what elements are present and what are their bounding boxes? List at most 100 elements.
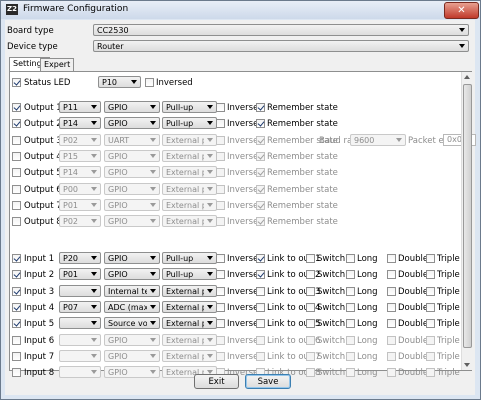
output-7-remember-checkbox[interactable]: [256, 200, 265, 210]
input-5-switch-checkbox[interactable]: [306, 319, 315, 329]
board-type-select[interactable]: CC2530: [93, 24, 469, 36]
input-4-inversed-checkbox[interactable]: [216, 302, 225, 312]
output-1-pull-select[interactable]: Pull-up: [162, 101, 217, 113]
input-1-link-checkbox[interactable]: [256, 254, 265, 263]
input-8-mode-select[interactable]: GPIO: [104, 366, 160, 379]
input-4-double-checkbox[interactable]: [387, 302, 396, 312]
input-7-inversed-checkbox[interactable]: [216, 351, 225, 361]
output-5-inversed-checkbox[interactable]: [216, 168, 225, 178]
input-4-triple-checkbox[interactable]: [426, 302, 435, 312]
output-5-checkbox[interactable]: [12, 168, 21, 178]
scroll-up-icon[interactable]: [464, 75, 470, 79]
output-5-pull-select[interactable]: External pull-u: [162, 166, 217, 179]
output-3-pull-select[interactable]: External pull-u: [162, 133, 217, 146]
input-2-inversed-checkbox[interactable]: [216, 270, 225, 280]
input-1-pin-select[interactable]: P20: [59, 252, 101, 264]
input-5-pull-select[interactable]: External pull-u: [162, 317, 217, 330]
output-6-pull-select[interactable]: External pull-u: [162, 182, 217, 195]
input-2-pin-select[interactable]: P01: [59, 268, 101, 281]
output-2-mode-select[interactable]: GPIO: [104, 117, 160, 130]
output-3-inversed-checkbox[interactable]: [216, 135, 225, 145]
output-8-inversed-checkbox[interactable]: [216, 217, 225, 227]
input-7-pin-select[interactable]: [59, 349, 101, 362]
output-6-mode-select[interactable]: GPIO: [104, 182, 160, 195]
input-4-long-checkbox[interactable]: [346, 302, 355, 312]
input-6-inversed-checkbox[interactable]: [216, 335, 225, 345]
input-6-link-checkbox[interactable]: [256, 335, 265, 345]
output-3-remember-checkbox[interactable]: [256, 135, 265, 145]
output-7-pull-select[interactable]: External pull-u: [162, 198, 217, 211]
input-2-link-checkbox[interactable]: [256, 270, 265, 280]
output-3-pin-select[interactable]: P02: [59, 133, 101, 146]
input-1-mode-select[interactable]: GPIO: [104, 252, 160, 264]
output-5-remember-checkbox[interactable]: [256, 168, 265, 178]
input-7-pull-select[interactable]: External pull-u: [162, 349, 217, 362]
output-6-pin-select[interactable]: P00: [59, 182, 101, 195]
input-3-pull-select[interactable]: External pull-u: [162, 284, 217, 297]
input-1-switch-checkbox[interactable]: [306, 254, 315, 263]
input-6-switch-checkbox[interactable]: [306, 335, 315, 345]
input-7-switch-checkbox[interactable]: [306, 351, 315, 361]
input-3-checkbox[interactable]: [12, 286, 21, 296]
output-1-remember-checkbox[interactable]: [256, 103, 265, 112]
input-3-inversed-checkbox[interactable]: [216, 286, 225, 296]
output-2-pull-select[interactable]: Pull-up: [162, 117, 217, 130]
output-4-checkbox[interactable]: [12, 151, 21, 161]
input-8-checkbox[interactable]: [12, 368, 21, 378]
input-7-triple-checkbox[interactable]: [426, 351, 435, 361]
input-2-mode-select[interactable]: GPIO: [104, 268, 160, 281]
output-8-mode-select[interactable]: GPIO: [104, 215, 160, 228]
scroll-thumb[interactable]: [463, 84, 472, 348]
output-8-pull-select[interactable]: External pull-u: [162, 215, 217, 228]
input-7-mode-select[interactable]: GPIO: [104, 349, 160, 362]
output-8-pin-select[interactable]: P02: [59, 215, 101, 228]
output-7-inversed-checkbox[interactable]: [216, 200, 225, 210]
output-7-checkbox[interactable]: [12, 200, 21, 210]
input-7-long-checkbox[interactable]: [346, 351, 355, 361]
input-7-checkbox[interactable]: [12, 351, 21, 361]
input-3-long-checkbox[interactable]: [346, 286, 355, 296]
input-1-long-checkbox[interactable]: [346, 254, 355, 263]
output-6-checkbox[interactable]: [12, 184, 21, 194]
input-3-switch-checkbox[interactable]: [306, 286, 315, 296]
input-4-checkbox[interactable]: [12, 302, 21, 312]
input-6-double-checkbox[interactable]: [387, 335, 396, 345]
input-2-long-checkbox[interactable]: [346, 270, 355, 280]
output-1-mode-select[interactable]: GPIO: [104, 101, 160, 113]
input-3-mode-select[interactable]: Internal tempe: [104, 284, 160, 297]
input-2-triple-checkbox[interactable]: [426, 270, 435, 280]
input-6-triple-checkbox[interactable]: [426, 335, 435, 345]
input-7-double-checkbox[interactable]: [387, 351, 396, 361]
output-7-mode-select[interactable]: GPIO: [104, 198, 160, 211]
output-5-mode-select[interactable]: GPIO: [104, 166, 160, 179]
input-6-mode-select[interactable]: GPIO: [104, 333, 160, 346]
input-5-triple-checkbox[interactable]: [426, 319, 435, 329]
input-1-checkbox[interactable]: [12, 254, 21, 263]
input-3-double-checkbox[interactable]: [387, 286, 396, 296]
input-4-switch-checkbox[interactable]: [306, 302, 315, 312]
status-led-pin-select[interactable]: P10: [98, 76, 141, 88]
input-5-long-checkbox[interactable]: [346, 319, 355, 329]
input-4-pull-select[interactable]: External pull-u: [162, 300, 217, 313]
input-8-switch-checkbox[interactable]: [306, 368, 315, 378]
input-4-link-checkbox[interactable]: [256, 302, 265, 312]
output-6-remember-checkbox[interactable]: [256, 184, 265, 194]
device-type-select[interactable]: Router: [93, 40, 469, 52]
input-1-triple-checkbox[interactable]: [426, 254, 435, 263]
baud-rate-select[interactable]: 9600: [350, 133, 406, 146]
input-8-triple-checkbox[interactable]: [426, 368, 435, 378]
input-3-pin-select[interactable]: [59, 284, 101, 297]
input-5-mode-select[interactable]: Source voltag: [104, 317, 160, 330]
input-5-link-checkbox[interactable]: [256, 319, 265, 329]
output-2-pin-select[interactable]: P14: [59, 117, 101, 130]
input-5-double-checkbox[interactable]: [387, 319, 396, 329]
input-1-double-checkbox[interactable]: [387, 254, 396, 263]
output-8-remember-checkbox[interactable]: [256, 217, 265, 227]
output-8-checkbox[interactable]: [12, 217, 21, 227]
input-6-checkbox[interactable]: [12, 335, 21, 345]
output-6-inversed-checkbox[interactable]: [216, 184, 225, 194]
output-2-remember-checkbox[interactable]: [256, 119, 265, 129]
input-8-double-checkbox[interactable]: [387, 368, 396, 378]
output-1-pin-select[interactable]: P11: [59, 101, 101, 113]
input-8-pin-select[interactable]: [59, 366, 101, 379]
